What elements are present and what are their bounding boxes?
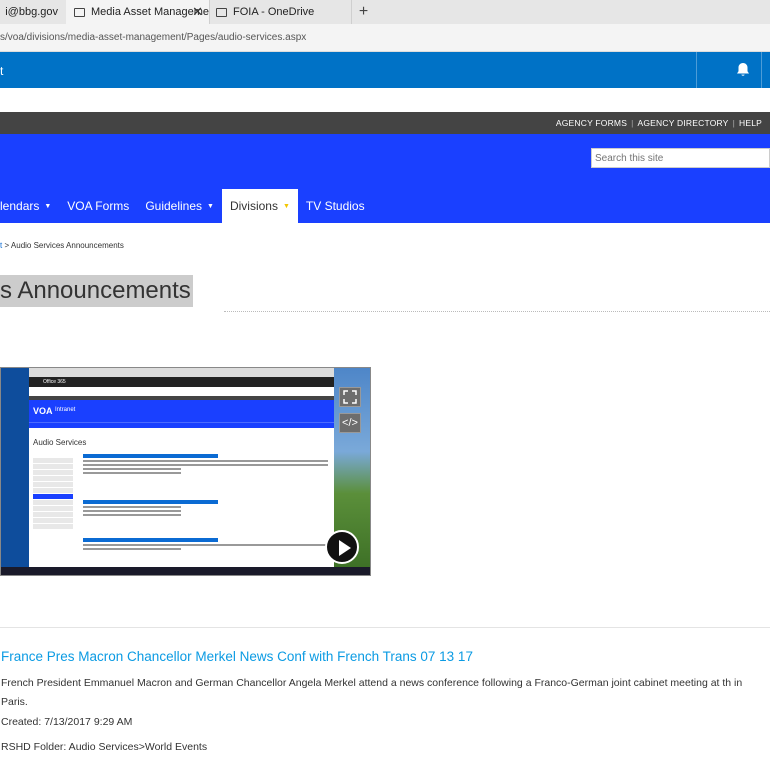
section-divider (0, 627, 770, 628)
bell-icon[interactable] (734, 61, 752, 79)
browser-tab-bar: i@bbg.gov Media Asset Manageme ✕ FOIA - … (0, 0, 770, 24)
close-icon[interactable]: ✕ (192, 4, 203, 20)
tab-label: FOIA - OneDrive (233, 6, 315, 18)
address-text: s/voa/divisions/media-asset-management/P… (0, 32, 307, 43)
nav-voa-forms[interactable]: VOA Forms (59, 189, 137, 223)
item-description: French President Emmanuel Macron and Ger… (1, 677, 743, 708)
chevron-down-icon: ▼ (44, 202, 52, 210)
item-folder: RSHD Folder: Audio Services>World Events (1, 741, 208, 753)
app-title[interactable]: t (0, 64, 3, 78)
site-header: lendars ▼ VOA Forms Guidelines ▼ Divisio… (0, 134, 770, 223)
page-icon (216, 7, 227, 17)
nav-divisions[interactable]: Divisions ▼ (221, 189, 298, 223)
top-nav: lendars ▼ VOA Forms Guidelines ▼ Divisio… (0, 189, 373, 223)
breadcrumb: t > Audio Services Announcements (0, 241, 124, 250)
agency-forms-link[interactable]: AGENCY FORMS (552, 118, 631, 128)
voa-logo: VOA (33, 406, 53, 416)
tab-label: i@bbg.gov (5, 6, 58, 18)
nav-tv-studios[interactable]: TV Studios (298, 189, 373, 223)
page-title-highlight: s Announcements (0, 275, 193, 307)
embed-button[interactable]: </> (339, 413, 361, 433)
page-icon (74, 7, 85, 17)
utility-links: AGENCY FORMS | AGENCY DIRECTORY | HELP (552, 112, 766, 134)
browser-tab-mail[interactable]: i@bbg.gov (0, 0, 58, 24)
browser-tab-foia[interactable]: FOIA - OneDrive (209, 0, 351, 24)
utility-bar: AGENCY FORMS | AGENCY DIRECTORY | HELP (0, 112, 770, 134)
help-link[interactable]: HELP (735, 118, 766, 128)
desktop-icons (1, 368, 29, 575)
inner-sidebar (33, 458, 73, 530)
play-icon[interactable] (325, 530, 359, 564)
search-input[interactable] (591, 148, 770, 168)
office365-bar: t (0, 52, 770, 88)
nav-calendars[interactable]: lendars ▼ (0, 189, 59, 223)
item-title-link[interactable]: France Pres Macron Chancellor Merkel New… (1, 649, 473, 664)
address-bar[interactable]: s/voa/divisions/media-asset-management/P… (0, 24, 770, 52)
video-player[interactable]: Office 365 VOA Intranet Audio Services <… (0, 367, 371, 576)
page-title: s Announcements (0, 277, 191, 304)
inner-o365-label: Office 365 (43, 379, 66, 385)
agency-directory-link[interactable]: AGENCY DIRECTORY (634, 118, 733, 128)
expand-icon[interactable] (339, 387, 361, 407)
nav-guidelines[interactable]: Guidelines ▼ (137, 189, 222, 223)
video-screenshot: Office 365 VOA Intranet Audio Services (29, 368, 336, 569)
title-divider (224, 311, 770, 312)
item-created: Created: 7/13/2017 9:29 AM (1, 716, 133, 728)
inner-logo-text: Intranet (55, 407, 76, 413)
chevron-down-icon: ▼ (207, 202, 214, 210)
browser-tab-media-asset[interactable]: Media Asset Manageme ✕ (66, 0, 209, 24)
inner-heading: Audio Services (33, 438, 87, 447)
chevron-down-icon: ▼ (282, 202, 290, 210)
taskbar (1, 567, 370, 575)
breadcrumb-current: > Audio Services Announcements (2, 241, 124, 250)
new-tab-button[interactable]: + (351, 0, 375, 24)
